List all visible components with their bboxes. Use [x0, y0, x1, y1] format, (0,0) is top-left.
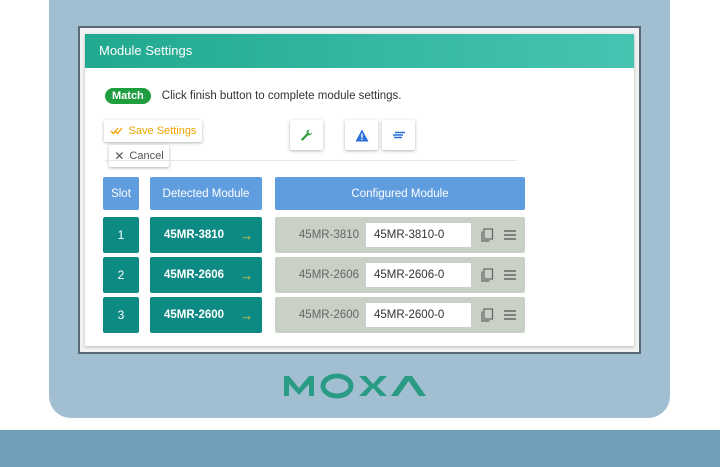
- copy-icon[interactable]: [480, 308, 494, 322]
- laptop-base: [0, 430, 720, 467]
- configured-module-header: Configured Module: [275, 177, 525, 210]
- status-message: Click finish button to complete module s…: [161, 90, 402, 102]
- configured-model-label: 45MR-2606: [298, 269, 359, 281]
- settings-list-button[interactable]: [382, 120, 415, 150]
- lines-icon: [392, 131, 405, 139]
- copy-icon[interactable]: [480, 268, 494, 282]
- detected-module-cell: 45MR-2606 →: [150, 257, 262, 293]
- configured-module-cell: 45MR-2606: [275, 257, 525, 293]
- configured-module-cell: 45MR-2600: [275, 297, 525, 333]
- arrow-right-icon: →: [240, 307, 253, 323]
- divider: [105, 160, 517, 161]
- menu-icon[interactable]: [503, 229, 517, 241]
- slot-cell: 1: [103, 217, 139, 253]
- match-badge: Match: [105, 88, 151, 104]
- arrow-right-icon: →: [240, 227, 253, 243]
- detected-module-cell: 45MR-2600 →: [150, 297, 262, 333]
- module-settings-panel: Module Settings Match Click finish butto…: [85, 34, 634, 346]
- module-name-input[interactable]: [366, 303, 471, 327]
- module-name-input[interactable]: [366, 223, 471, 247]
- tool-button[interactable]: [290, 120, 323, 150]
- double-check-icon: [110, 127, 123, 135]
- detected-module-label: 45MR-2600: [163, 309, 225, 321]
- screen-bezel: Module Settings Match Click finish butto…: [78, 26, 641, 354]
- panel-title: Module Settings: [85, 34, 634, 68]
- slot-header: Slot: [103, 177, 139, 210]
- status-row: Match Click finish button to complete mo…: [105, 87, 401, 105]
- slot-cell: 2: [103, 257, 139, 293]
- screen: Module Settings Match Click finish butto…: [80, 28, 639, 352]
- configured-model-label: 45MR-3810: [298, 229, 359, 241]
- slot-cell: 3: [103, 297, 139, 333]
- menu-icon[interactable]: [503, 309, 517, 321]
- menu-icon[interactable]: [503, 269, 517, 281]
- copy-icon[interactable]: [480, 228, 494, 242]
- detected-module-cell: 45MR-3810 →: [150, 217, 262, 253]
- configured-model-label: 45MR-2600: [298, 309, 359, 321]
- arrow-right-icon: →: [240, 267, 253, 283]
- detected-module-label: 45MR-2606: [163, 269, 225, 281]
- cancel-button[interactable]: ✕ Cancel: [109, 145, 169, 167]
- warning-button[interactable]: [345, 120, 378, 150]
- moxa-logo: [284, 373, 426, 399]
- configured-module-cell: 45MR-3810: [275, 217, 525, 253]
- save-settings-label: Save Settings: [128, 125, 197, 137]
- warning-icon: [355, 129, 368, 141]
- wrench-icon: [300, 129, 312, 141]
- detected-module-label: 45MR-3810: [163, 229, 225, 241]
- detected-module-header: Detected Module: [150, 177, 262, 210]
- module-name-input[interactable]: [366, 263, 471, 287]
- save-settings-button[interactable]: Save Settings: [104, 120, 202, 142]
